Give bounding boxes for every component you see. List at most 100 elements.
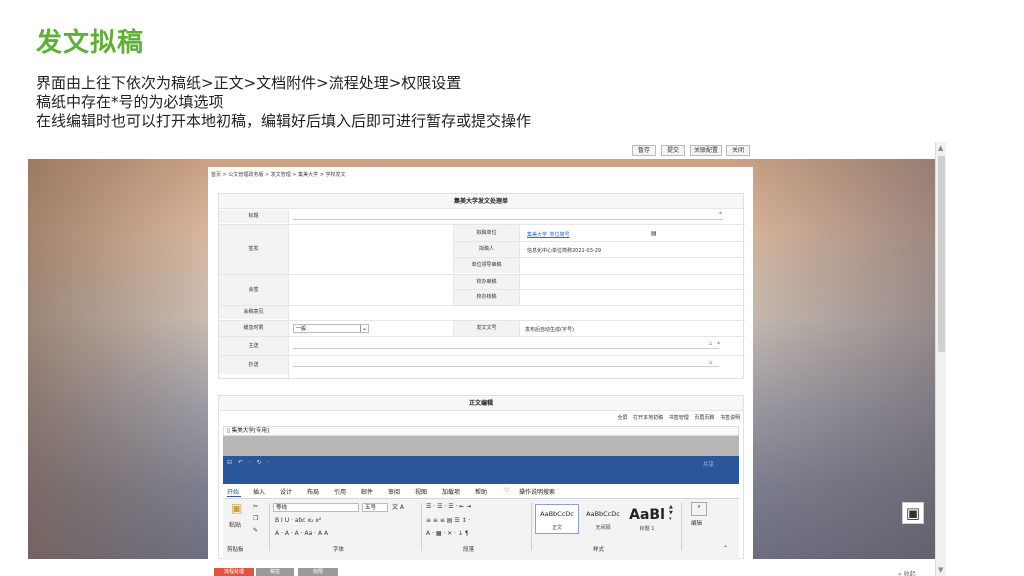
word-frame — [223, 436, 739, 456]
group-clipboard-label: 剪贴板 — [227, 547, 244, 553]
tab-home[interactable]: 开始 — [227, 487, 239, 496]
tab-view[interactable]: 视图 — [415, 487, 427, 496]
active-tab-underline — [227, 496, 241, 497]
scrollbar[interactable]: ▲ ▼ — [935, 142, 946, 576]
find-icon[interactable]: ⌕ — [691, 502, 707, 516]
link-config-button[interactable]: 关联配置 — [690, 145, 722, 156]
document-bar: ▯ 集美大学[专用] — [223, 426, 739, 436]
drafter-value: 信息化中心单位简称2021-03-29 — [527, 248, 602, 254]
tab-permission[interactable]: 权限 — [298, 568, 338, 576]
main-page: 首页 > 公文管理政务版 > 发文管理 > 集美大学 > 学校发文 集美大学发文… — [208, 167, 753, 560]
close-button[interactable]: 关闭 — [726, 145, 750, 156]
font-name-select[interactable]: 等线 — [273, 503, 359, 512]
draft-form: 集美大学发文处理单 标题 * 签发 拟稿单位 集美大学_单位简号 ▤ 拟稿人 信… — [218, 193, 745, 380]
collapse-button[interactable]: « 收起 — [898, 569, 916, 576]
tag-icon[interactable]: ⌂ — [709, 360, 713, 366]
label-cc: 抄送 — [219, 356, 288, 374]
group-editing-label: 编辑 — [691, 521, 703, 527]
tell-me-search[interactable]: 操作说明搜索 — [519, 487, 555, 496]
editor-toolbar: 全屏 打开本地初稿 书签管理 页眉页脚 书签说明 — [614, 414, 740, 421]
group-styles-label: 样式 — [593, 547, 605, 553]
scroll-up-icon[interactable]: ▲ — [938, 144, 943, 152]
font-size-select[interactable]: 五号 — [362, 503, 388, 512]
select-unit-icon[interactable]: ▤ — [651, 230, 657, 237]
fullscreen-button[interactable]: 全屏 — [618, 415, 628, 421]
label-drafter: 拟稿人 — [454, 242, 519, 257]
format-painter-icon[interactable]: ✎ — [253, 527, 258, 534]
title-input[interactable] — [293, 212, 723, 220]
cc-input[interactable] — [293, 359, 719, 367]
urgency-value: 一般 — [296, 326, 307, 332]
style-no-spacing[interactable]: AaBbCcDc 无间隔 — [581, 504, 625, 534]
label-verify: 校办核稿 — [454, 290, 519, 305]
label-unit-leader: 单位领导审稿 — [454, 258, 519, 273]
share-button[interactable]: 共享 — [703, 460, 714, 468]
required-mark: * — [717, 341, 720, 348]
scroll-down-icon[interactable]: ▼ — [938, 566, 943, 574]
cut-icon[interactable]: ✂ — [253, 503, 258, 510]
save-draft-button[interactable]: 暂存 — [632, 145, 656, 156]
word-titlebar: ⊟ ↶ · ↻ · 共享 — [223, 456, 739, 484]
urgency-select[interactable]: 一般 ⌄ — [293, 324, 369, 333]
paste-button[interactable]: 粘贴 — [229, 520, 241, 529]
tab-mailings[interactable]: 邮件 — [361, 487, 373, 496]
group-font-label: 字体 — [333, 547, 345, 553]
doc-number-value: 发布后自动生成(字号) — [525, 327, 574, 333]
font-color-buttons[interactable]: A · A · A · Aa · A A — [275, 530, 328, 537]
copy-icon[interactable]: ❐ — [253, 515, 258, 522]
open-local-draft-button[interactable]: 打开本地初稿 — [633, 415, 663, 421]
editor-title: 正文编辑 — [219, 396, 743, 411]
tab-draft-sign[interactable]: 稿签 — [256, 568, 294, 576]
align-buttons[interactable]: ≡ ≡ ≡ ▤ ☰ ↕ · — [426, 517, 471, 524]
tab-insert[interactable]: 插入 — [253, 487, 265, 496]
scroll-thumb[interactable] — [938, 156, 945, 352]
tab-design[interactable]: 设计 — [280, 487, 292, 496]
paste-icon[interactable]: ▣ — [231, 501, 242, 515]
app-screenshot: 暂存 提交 关联配置 关闭 ▲ ▼ 首页 > 公文管理政务版 > 发文管理 > … — [28, 142, 946, 576]
label-main-send: 主送 — [219, 337, 288, 355]
document-name: 集美大学[专用] — [231, 428, 270, 434]
tab-references[interactable]: 引用 — [334, 487, 346, 496]
tab-help[interactable]: 帮助 — [475, 487, 487, 496]
label-doc-number: 发文文号 — [454, 321, 519, 336]
draft-unit-value[interactable]: 集美大学_单位简号 — [527, 231, 570, 238]
ribbon-home: ▣ 粘贴 ✂ ❐ ✎ 剪贴板 等线 五号 文 A B I U · abc x₂ … — [223, 498, 739, 560]
body-editor-panel: 正文编辑 全屏 打开本地初稿 书签管理 页眉页脚 书签说明 ▯ 集美大学[专用]… — [218, 395, 744, 560]
label-draft-unit: 拟稿单位 — [454, 225, 519, 241]
group-paragraph-label: 段落 — [463, 547, 475, 553]
slide-title: 发文拟稿 — [36, 28, 145, 58]
font-format-buttons[interactable]: B I U · abc x₂ x² — [275, 517, 321, 524]
phonetic-icon[interactable]: 文 A — [392, 502, 404, 511]
list-buttons[interactable]: ☰ · ☰ · ☰ · ⇤ ⇥ — [426, 503, 471, 510]
quick-access-toolbar[interactable]: ⊟ ↶ · ↻ · — [227, 459, 272, 466]
tag-icon[interactable]: ⌂ — [709, 341, 713, 347]
ribbon-tabs: 开始 插入 设计 布局 引用 邮件 审阅 视图 加载项 帮助 ♡ 操作说明搜索 — [223, 484, 739, 498]
lightbulb-icon: ♡ — [504, 487, 510, 494]
collapse-ribbon-icon[interactable]: ⌃ — [723, 545, 728, 552]
action-bar: 暂存 提交 关联配置 关闭 — [28, 142, 935, 159]
style-heading-1[interactable]: AaBl 标题 1 — [625, 504, 669, 534]
label-countersign-opinion: 会稿意见 — [219, 306, 288, 319]
description-line: 稿纸中存在*号的为必填选项 — [36, 93, 224, 111]
header-footer-button[interactable]: 页眉页脚 — [694, 415, 714, 421]
tab-layout[interactable]: 布局 — [307, 487, 319, 496]
shading-buttons[interactable]: A · ▦ · ✕ · ↓ ¶ — [426, 530, 469, 537]
style-normal[interactable]: AaBbCcDc 正文 — [535, 504, 579, 534]
chevron-down-icon: ⌄ — [360, 325, 368, 332]
tab-process[interactable]: 流程处理 — [214, 568, 254, 576]
description-line: 界面由上往下依次为稿纸>正文>文档附件>流程处理>权限设置 — [36, 74, 462, 92]
required-mark: * — [719, 211, 722, 218]
bookmark-manage-button[interactable]: 书签管理 — [669, 415, 689, 421]
tab-addins[interactable]: 加载项 — [442, 487, 460, 496]
breadcrumb[interactable]: 首页 > 公文管理政务版 > 发文管理 > 集美大学 > 学校发文 — [211, 171, 345, 178]
main-send-input[interactable] — [293, 341, 719, 349]
label-proofread: 校办审稿 — [454, 275, 519, 289]
label-title: 标题 — [219, 210, 288, 223]
styles-scroll-icon[interactable]: ▲ ▼ ▾ — [669, 504, 673, 522]
label-urgency: 缓急时限 — [219, 321, 288, 336]
bookmark-help-button[interactable]: 书签说明 — [720, 415, 740, 421]
slide-description: 界面由上往下依次为稿纸>正文>文档附件>流程处理>权限设置 稿纸中存在*号的为必… — [36, 74, 531, 131]
qr-code-icon[interactable]: ▣ — [902, 502, 924, 524]
tab-review[interactable]: 审阅 — [388, 487, 400, 496]
submit-button[interactable]: 提交 — [661, 145, 685, 156]
